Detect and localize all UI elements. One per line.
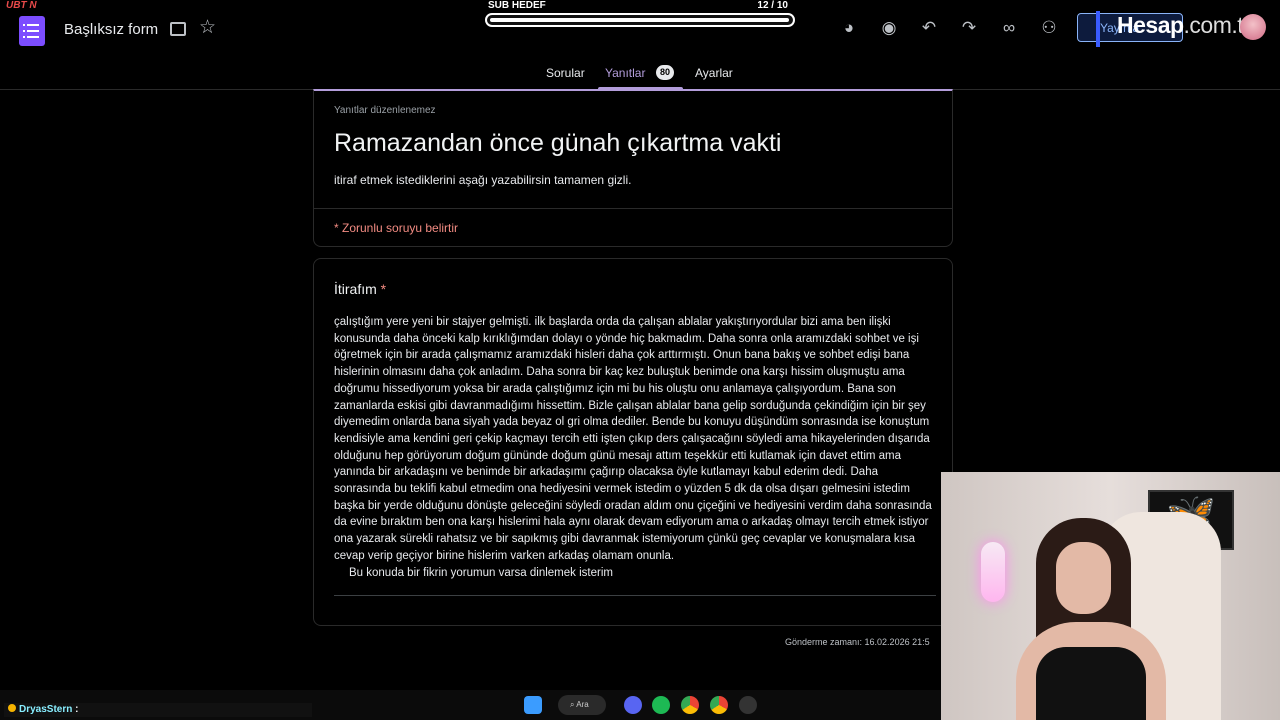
form-title[interactable]: Başlıksız form: [64, 21, 158, 38]
form-header-card: Yanıtlar düzenlenemez Ramazandan önce gü…: [313, 89, 953, 247]
responses-locked-note: Yanıtlar düzenlenemez: [334, 105, 436, 116]
link-icon[interactable]: ∞: [998, 17, 1020, 39]
stream-overlay-bar: [1096, 11, 1100, 47]
chat-username: DryasStern: [19, 704, 73, 715]
spotify-icon[interactable]: [652, 696, 670, 714]
question-title: İtirafım *: [334, 281, 386, 297]
tab-settings[interactable]: Ayarlar: [695, 66, 733, 80]
add-person-icon[interactable]: ⚇: [1038, 17, 1060, 39]
sub-goal-widget: SUB HEDEF 12 / 10: [484, 0, 796, 30]
sponsor-logo-brand: Hesap: [1117, 12, 1184, 38]
obs-icon[interactable]: [739, 696, 757, 714]
taskbar-search-label: Ara: [576, 700, 589, 709]
avatar[interactable]: [1240, 14, 1266, 40]
forms-logo-icon[interactable]: [19, 16, 45, 46]
answer-body: çalıştığım yere yeni bir stajyer gelmişt…: [334, 316, 932, 562]
windows-start-icon[interactable]: [524, 696, 542, 714]
question-title-text: İtirafım: [334, 281, 377, 297]
streamer-top: [1036, 647, 1146, 720]
form-description: itiraf etmek istediklerini aşağı yazabil…: [334, 173, 632, 187]
sub-goal-label: SUB HEDEF: [488, 0, 546, 11]
eye-icon[interactable]: ◉: [878, 17, 900, 39]
top-app-bar: UBT N Başlıksız form ☆ SUB HEDEF 12 / 10…: [0, 0, 1280, 60]
required-mark: *: [380, 281, 387, 297]
star-icon[interactable]: ☆: [199, 18, 216, 37]
sponsor-logo: Hesap.com.tr: [1117, 12, 1251, 39]
answer-underline: [334, 595, 936, 596]
form-tabs: Sorular Yanıtlar Ayarlar: [0, 60, 1280, 90]
channel-badge: UBT N: [6, 0, 37, 11]
microphone-icon: [981, 542, 1005, 602]
sub-goal-count: 12 / 10: [757, 0, 788, 11]
submit-timestamp: Gönderme zamanı: 16.02.2026 21:5: [785, 637, 930, 647]
sub-goal-progress-bar: [485, 13, 795, 27]
discord-icon[interactable]: [624, 696, 642, 714]
streamer-face: [1056, 542, 1111, 614]
page-title: Ramazandan önce günah çıkartma vakti: [334, 129, 782, 157]
redo-icon[interactable]: ↷: [958, 17, 980, 39]
required-note: * Zorunlu soruyu belirtir: [334, 221, 459, 235]
chrome-profile-icon[interactable]: [710, 696, 728, 714]
folder-icon[interactable]: [170, 22, 186, 36]
webcam-overlay: 🦋: [941, 472, 1280, 720]
tab-responses[interactable]: Yanıtlar: [605, 66, 645, 80]
tab-questions[interactable]: Sorular: [546, 66, 585, 80]
taskbar-search[interactable]: ⌕ Ara: [558, 695, 606, 715]
sub-goal-progress-fill: [490, 18, 789, 22]
chat-badge-icon: [8, 704, 16, 712]
answer-text: çalıştığım yere yeni bir stajyer gelmişt…: [334, 314, 936, 581]
palette-icon[interactable]: ◕: [838, 17, 860, 39]
question-card: İtirafım * çalıştığım yere yeni bir staj…: [313, 258, 953, 626]
divider: [314, 208, 952, 209]
chat-message: DryasStern :: [4, 703, 312, 717]
chrome-icon[interactable]: [681, 696, 699, 714]
chat-separator: :: [75, 704, 79, 715]
responses-count-badge: 80: [656, 65, 674, 80]
undo-icon[interactable]: ↶: [918, 17, 940, 39]
answer-last-line: Bu konuda bir fikrin yorumun varsa dinle…: [349, 566, 613, 579]
